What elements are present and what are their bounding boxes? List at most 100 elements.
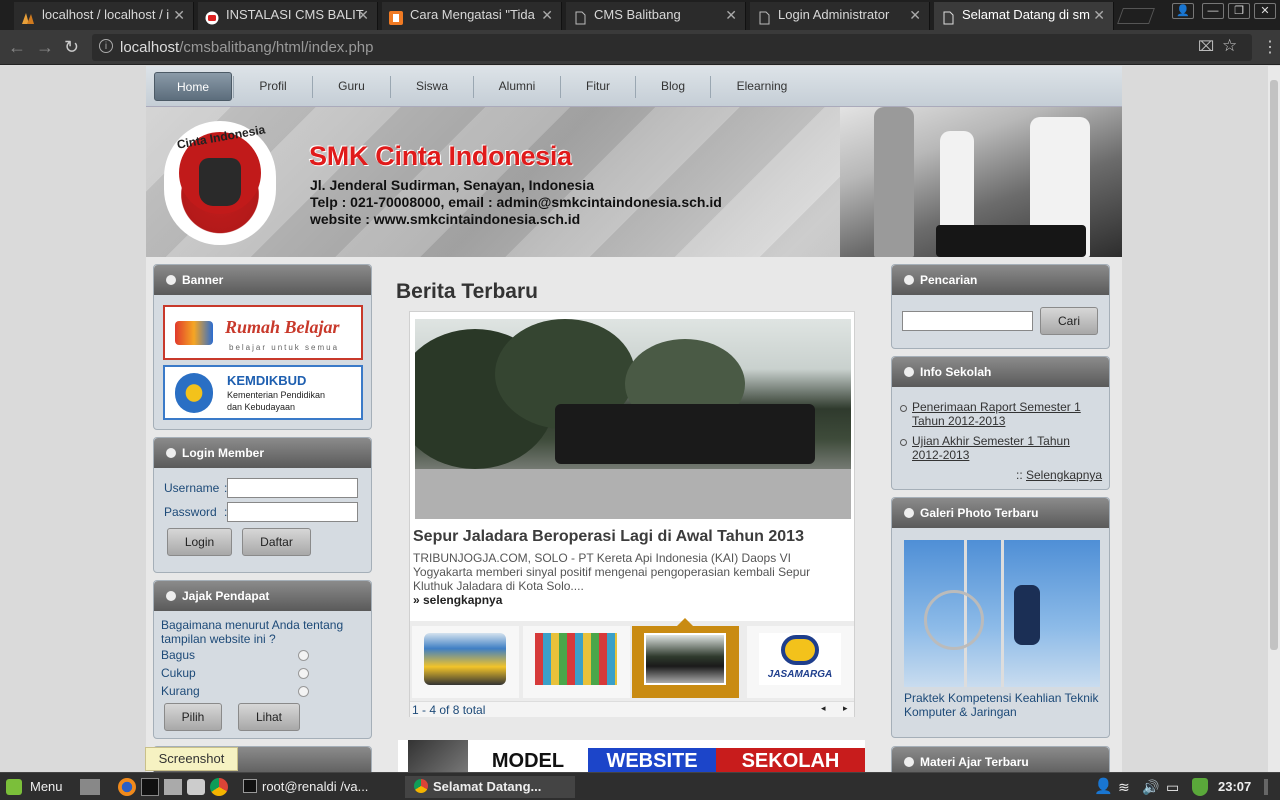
tab-label: localhost / localhost / i (42, 7, 170, 22)
tab-instalasi[interactable]: INSTALASI CMS BALIT ✕ (198, 2, 378, 30)
password-input[interactable] (227, 502, 358, 522)
school-name: SMK Cinta Indonesia (309, 141, 572, 171)
translate-icon[interactable]: ⌧ (1198, 38, 1214, 55)
back-icon[interactable]: ← (8, 37, 26, 58)
camera-icon[interactable] (187, 779, 205, 795)
register-button[interactable]: Daftar (242, 528, 311, 556)
bullet-icon (900, 439, 907, 446)
site-container: Home Profil Guru Siswa Alumni Fitur Blog… (146, 66, 1122, 772)
tab-selamat-datang[interactable]: Selamat Datang di sm ✕ (934, 2, 1114, 30)
username-input[interactable] (227, 478, 358, 498)
read-more-link[interactable]: » selengkapnya (413, 593, 502, 607)
thumbnail-image: JASAMARGA (759, 633, 841, 685)
thumbnail-item[interactable]: JASAMARGA (747, 626, 854, 698)
close-icon[interactable]: ✕ (541, 2, 553, 28)
menu-alumni[interactable]: Alumni (474, 72, 560, 101)
close-icon[interactable]: ✕ (725, 2, 737, 28)
menu-blog[interactable]: Blog (636, 72, 710, 101)
dish-antenna-shape (924, 590, 984, 650)
next-arrow-icon[interactable]: ▸ (843, 703, 848, 714)
menu-guru[interactable]: Guru (313, 72, 390, 101)
menu-siswa[interactable]: Siswa (391, 72, 473, 101)
files-icon[interactable] (164, 779, 182, 795)
notification-icon (1264, 779, 1268, 795)
shield-icon[interactable] (1192, 778, 1208, 796)
banner-rumah-belajar[interactable]: Rumah Belajar belajar untuk semua (163, 305, 363, 360)
info-link[interactable]: Ujian Akhir Semester 1 Tahun 2012-2013 (912, 434, 1102, 462)
chrome-icon (414, 779, 428, 793)
jasamarga-logo-icon (781, 635, 819, 665)
forward-icon[interactable]: → (36, 37, 54, 58)
tab-phpmyadmin[interactable]: localhost / localhost / i ✕ (14, 2, 194, 30)
menu-profil[interactable]: Profil (234, 72, 312, 101)
star-icon[interactable]: ☆ (1222, 36, 1237, 56)
wifi-icon[interactable]: ≋ (1118, 776, 1130, 798)
site-header: Cinta Indonesia SMK Cinta Indonesia Jl. … (146, 107, 1122, 257)
thumbnail-item[interactable] (523, 626, 630, 698)
menu-home[interactable]: Home (154, 72, 232, 101)
news-image[interactable] (415, 319, 851, 519)
poll-option-label: Cukup (161, 666, 196, 680)
username-label: Username (164, 481, 220, 495)
maximize-button[interactable]: ❐ (1228, 3, 1250, 19)
more-link[interactable]: Selengkapnya (1026, 468, 1102, 482)
rumah-belajar-logo-icon (175, 321, 213, 345)
news-headline[interactable]: Sepur Jaladara Beroperasi Lagi di Awal T… (413, 528, 804, 546)
tab-login-admin[interactable]: Login Administrator ✕ (750, 2, 930, 30)
minimize-button[interactable]: — (1202, 3, 1224, 19)
firefox-icon[interactable] (118, 778, 136, 796)
mint-menu-icon[interactable] (6, 779, 22, 795)
news-section-title: Berita Terbaru (396, 280, 538, 303)
materi-ajar-box: Materi Ajar Terbaru (891, 746, 1110, 772)
tab-label: CMS Balitbang (594, 7, 681, 22)
battery-icon[interactable]: ▭ (1166, 776, 1179, 798)
tab-cara-mengatasi[interactable]: Cara Mengatasi "Tida ✕ (382, 2, 562, 30)
scrollbar-thumb[interactable] (1270, 80, 1278, 650)
page-scrollbar[interactable] (1268, 66, 1280, 772)
info-link[interactable]: Penerimaan Raport Semester 1 Tahun 2012-… (912, 400, 1102, 428)
view-results-button[interactable]: Lihat (238, 703, 300, 731)
prev-arrow-icon[interactable]: ◂ (821, 703, 826, 714)
model-website-banner[interactable]: MODEL WEBSITE SEKOLAH (398, 740, 865, 772)
menu-elearning[interactable]: Elearning (711, 72, 813, 101)
pager-text: 1 - 4 of 8 total (412, 703, 486, 717)
poll-radio-bagus[interactable] (298, 650, 309, 661)
thumbnail-image (644, 633, 726, 685)
close-window-button[interactable]: ✕ (1254, 3, 1276, 19)
menu-icon[interactable]: ⋮ (1262, 37, 1278, 57)
clock[interactable]: 23:07 (1218, 776, 1251, 798)
chrome-icon[interactable] (210, 778, 228, 796)
poll-radio-kurang[interactable] (298, 686, 309, 697)
search-input[interactable] (902, 311, 1033, 331)
volume-icon[interactable]: 🔊 (1142, 776, 1159, 798)
start-menu[interactable]: Menu (30, 776, 63, 798)
terminal-icon[interactable] (141, 778, 159, 796)
menu-fitur[interactable]: Fitur (561, 72, 635, 101)
tab-cms-balitbang[interactable]: CMS Balitbang ✕ (566, 2, 746, 30)
search-button[interactable]: Cari (1040, 307, 1098, 335)
close-icon[interactable]: ✕ (173, 2, 185, 28)
banner-title: Rumah Belajar (225, 317, 340, 337)
taskbar-terminal[interactable]: root@renaldi /va... (262, 776, 368, 798)
show-desktop-icon[interactable] (80, 779, 100, 795)
banner-kemdikbud[interactable]: KEMDIKBUD Kementerian Pendidikan dan Keb… (163, 365, 363, 420)
info-icon[interactable]: i (99, 39, 113, 53)
login-box: Login Member Username : Password : Login… (153, 437, 372, 573)
thumbnail-image (535, 633, 617, 685)
user-icon[interactable]: 👤 (1094, 776, 1113, 798)
reload-icon[interactable]: ↻ (64, 37, 79, 58)
thumbnail-item-selected[interactable] (632, 618, 739, 698)
banner-word: SEKOLAH (716, 748, 865, 772)
gallery-photo[interactable] (904, 540, 1100, 687)
url-field[interactable]: i localhost/cmsbalitbang/html/index.php … (92, 34, 1252, 61)
vote-button[interactable]: Pilih (164, 703, 222, 731)
poll-radio-cukup[interactable] (298, 668, 309, 679)
thumbnail-item[interactable] (412, 626, 519, 698)
close-icon[interactable]: ✕ (909, 2, 921, 28)
gallery-caption[interactable]: Praktek Kompetensi Keahlian Teknik Kompu… (904, 691, 1104, 719)
close-icon[interactable]: ✕ (1093, 2, 1105, 28)
new-tab-button[interactable] (1117, 8, 1155, 24)
user-icon[interactable]: 👤 (1172, 3, 1194, 19)
login-button[interactable]: Login (167, 528, 232, 556)
close-icon[interactable]: ✕ (357, 2, 369, 28)
